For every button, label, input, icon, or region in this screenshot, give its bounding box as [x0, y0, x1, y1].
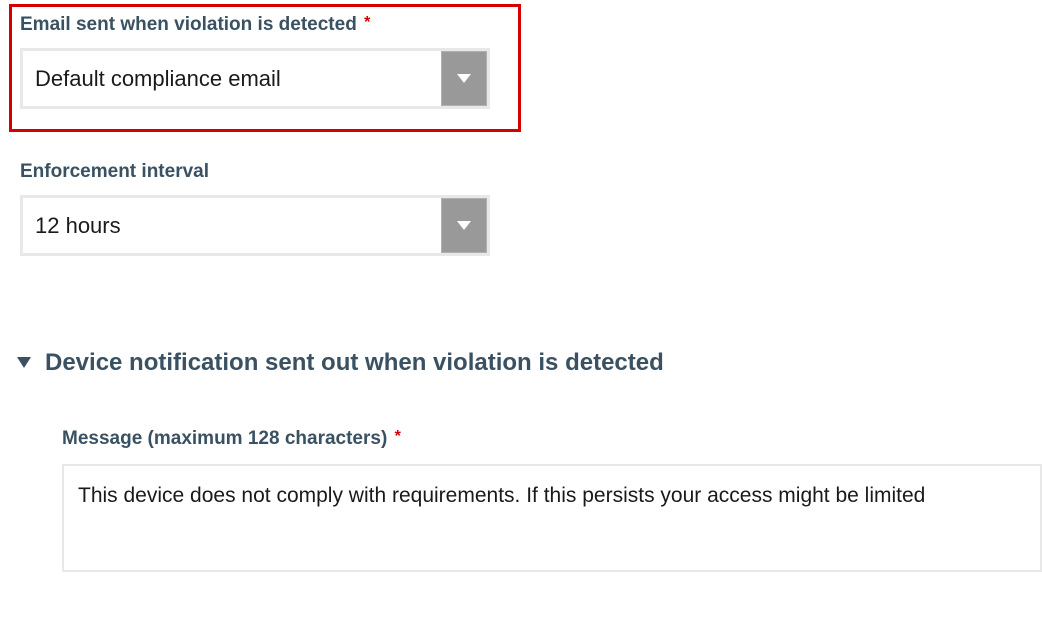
- interval-select-value: 12 hours: [23, 213, 441, 239]
- email-select[interactable]: Default compliance email: [20, 48, 490, 109]
- email-field-group: Email sent when violation is detected * …: [20, 14, 490, 109]
- interval-select[interactable]: 12 hours: [20, 195, 490, 256]
- interval-field-group: Enforcement interval 12 hours: [20, 161, 490, 256]
- section-header[interactable]: Device notification sent out when violat…: [17, 349, 664, 377]
- email-field-label-text: Email sent when violation is detected: [20, 14, 357, 35]
- message-field-label-text: Message (maximum 128 characters): [62, 428, 387, 449]
- dropdown-arrow-icon: [441, 198, 487, 253]
- interval-field-label-text: Enforcement interval: [20, 161, 209, 182]
- message-textarea[interactable]: [62, 464, 1042, 572]
- email-select-value: Default compliance email: [23, 66, 441, 92]
- email-field-label: Email sent when violation is detected *: [20, 14, 490, 36]
- interval-field-label: Enforcement interval: [20, 161, 490, 183]
- dropdown-arrow-icon: [441, 51, 487, 106]
- message-field-label: Message (maximum 128 characters) *: [62, 428, 1042, 450]
- required-asterisk: *: [395, 428, 401, 445]
- collapse-triangle-icon: [17, 356, 31, 370]
- message-field-group: Message (maximum 128 characters) *: [62, 428, 1042, 577]
- section-title: Device notification sent out when violat…: [45, 349, 664, 377]
- required-asterisk: *: [364, 14, 370, 31]
